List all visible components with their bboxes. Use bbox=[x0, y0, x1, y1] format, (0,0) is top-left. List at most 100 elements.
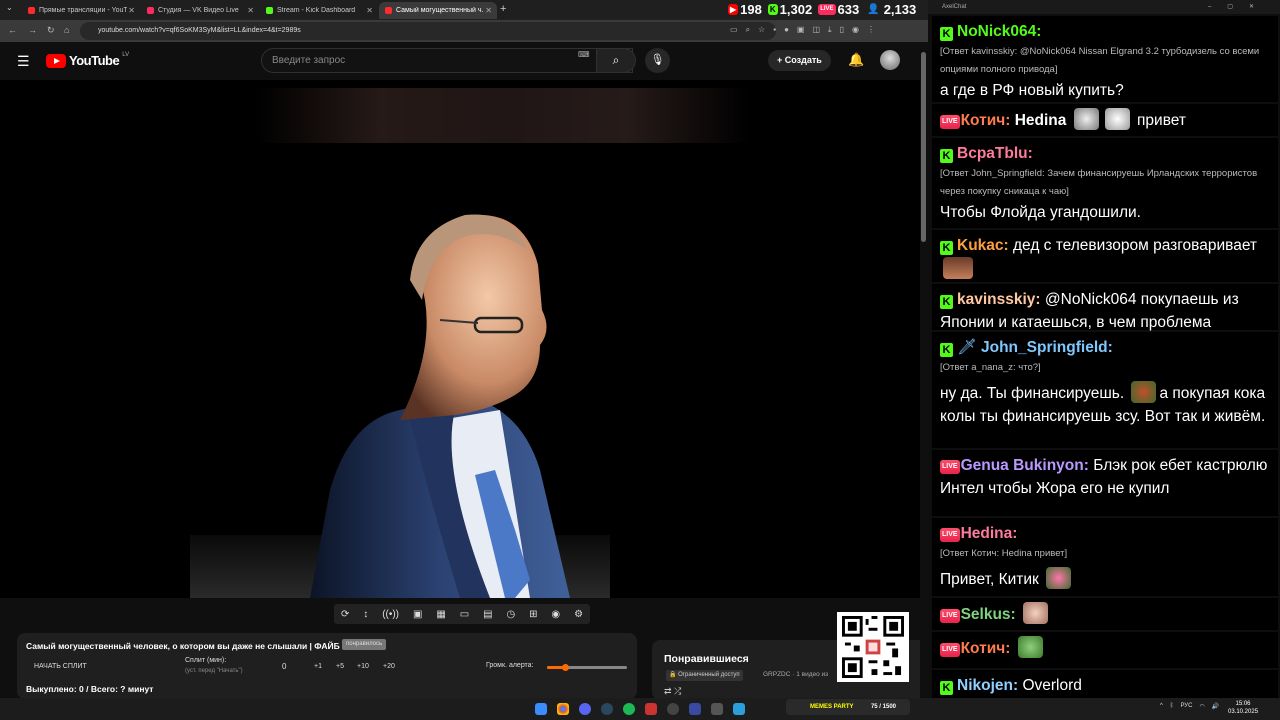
miniplayer-icon[interactable]: ▭ bbox=[460, 609, 469, 620]
memes-party-widget[interactable]: MEMES PARTY 75 / 1500 bbox=[786, 699, 910, 715]
menu-icon[interactable]: ⋮ bbox=[867, 25, 875, 35]
close-icon[interactable]: ✕ bbox=[247, 6, 254, 15]
create-button[interactable]: + Создать bbox=[768, 50, 831, 71]
emote-icon bbox=[1073, 108, 1099, 130]
split-add-10-button[interactable]: +10 bbox=[357, 663, 369, 670]
search-button[interactable]: ⌕ bbox=[596, 48, 636, 73]
tab-kick-dashboard[interactable]: Stream - Kick Dashboard ✕ bbox=[260, 2, 378, 19]
back-icon[interactable]: ← bbox=[8, 25, 17, 35]
puzzle-icon[interactable]: ◫ bbox=[812, 25, 820, 35]
kick-viewers: K 1,302 bbox=[767, 1, 813, 17]
scrollbar-thumb[interactable] bbox=[921, 52, 926, 242]
chat-message: LIVE Hedina: [Ответ Котич: Hedina привет]… bbox=[932, 518, 1278, 596]
vk-live-icon: LIVE bbox=[940, 528, 960, 542]
discord-icon[interactable] bbox=[579, 703, 591, 715]
speed-icon[interactable]: ◷ bbox=[506, 609, 515, 620]
broadcast-icon[interactable]: ((•)) bbox=[382, 609, 399, 620]
extensions-bar: ▭ ⌕ ☆ ▪ ● ▣ ◫ ⤓ ▯ ◉ ⋮ bbox=[730, 25, 875, 35]
split-add-20-button[interactable]: +20 bbox=[383, 663, 395, 670]
url-input[interactable]: youtube.com/watch?v=qf6SoKM3SyM&list=LL&… bbox=[80, 22, 776, 40]
youtube-header: ☰ YouTube LV Введите запрос ⌨ ⌕ 🎙 + Созда… bbox=[0, 42, 928, 80]
settings-gear-icon[interactable]: ⚙ bbox=[574, 609, 583, 620]
new-tab-button[interactable]: + bbox=[500, 3, 506, 15]
add-icon[interactable]: ⊞ bbox=[529, 609, 537, 620]
split-minutes-value[interactable]: 0 bbox=[282, 662, 286, 671]
avatar[interactable] bbox=[880, 50, 900, 70]
app-icon[interactable] bbox=[711, 703, 723, 715]
home-icon[interactable]: ⌂ bbox=[64, 25, 69, 35]
cast-icon[interactable]: ▭ bbox=[730, 25, 738, 35]
kick-icon: K bbox=[940, 149, 953, 163]
bluetooth-icon[interactable]: ᛒ bbox=[1170, 703, 1174, 710]
notifications-bell-icon[interactable]: 🔔 bbox=[848, 52, 864, 68]
emote-icon bbox=[1017, 636, 1043, 658]
chat-message: LIVE Котич: bbox=[932, 632, 1278, 668]
limited-access-badge: 🔒 Ограниченный доступ bbox=[666, 670, 743, 681]
zoom-icon[interactable]: ⌕ bbox=[746, 25, 750, 35]
extension-icon[interactable]: ▣ bbox=[797, 25, 805, 35]
emote-icon bbox=[1023, 602, 1049, 624]
obs-icon[interactable] bbox=[667, 703, 679, 715]
split-add-5-button[interactable]: +5 bbox=[336, 663, 344, 670]
alert-volume-slider[interactable] bbox=[547, 664, 627, 671]
chevron-up-icon[interactable]: ^ bbox=[1160, 703, 1163, 710]
bookmark-icon[interactable]: ☆ bbox=[758, 25, 765, 35]
reload-icon[interactable]: ↻ bbox=[47, 25, 55, 36]
sort-icon[interactable]: ↕ bbox=[363, 609, 368, 620]
forward-icon[interactable]: → bbox=[28, 25, 37, 35]
telegram-icon[interactable] bbox=[733, 703, 745, 715]
sidebar-icon[interactable]: ▯ bbox=[840, 25, 844, 35]
window-controls[interactable]: –▢✕ bbox=[1208, 0, 1270, 14]
start-split-button[interactable]: НАЧАТЬ СПЛИТ bbox=[34, 663, 87, 670]
playlist-title[interactable]: Понравившиеся bbox=[664, 653, 749, 665]
close-icon[interactable]: ✕ bbox=[366, 6, 373, 15]
tab-youtube-live[interactable]: Прямые трансляции - YouTube✕ bbox=[22, 2, 140, 19]
extension-icon[interactable]: ▪ bbox=[773, 25, 776, 35]
split-add-1-button[interactable]: +1 bbox=[314, 663, 322, 670]
chat-message: LIVE Котич: Hedina привет bbox=[932, 104, 1278, 136]
download-icon[interactable]: ⤓ bbox=[828, 25, 832, 35]
close-icon[interactable]: ✕ bbox=[485, 6, 492, 15]
chat-reply-quote: [Ответ a_nana_z: что?] bbox=[940, 362, 1041, 373]
language-indicator[interactable]: РУС bbox=[1180, 703, 1192, 710]
vk-live-icon: LIVE bbox=[940, 609, 960, 623]
extension-icon[interactable]: ● bbox=[784, 25, 789, 35]
wifi-icon[interactable]: ◠ bbox=[1199, 703, 1204, 710]
app-icon[interactable] bbox=[645, 703, 657, 715]
overlay-control-bar: ⟳ ↕ ((•)) ▣ ▦ ▭ ▤ ◷ ⊞ ◉ ⚙ bbox=[334, 604, 590, 624]
volume-icon[interactable]: 🔊 bbox=[1212, 703, 1219, 710]
menu-icon[interactable]: ☰ bbox=[17, 53, 30, 70]
repeat-icon[interactable]: ⟳ bbox=[341, 609, 349, 620]
page-scrollbar[interactable] bbox=[920, 42, 928, 698]
tab-search-icon[interactable]: ⌄ bbox=[6, 3, 13, 12]
tab-current-video[interactable]: Самый могущественный ч... ✕ bbox=[379, 2, 497, 19]
chrome-icon[interactable] bbox=[557, 703, 569, 715]
chat-username: BcpaTblu: bbox=[957, 145, 1033, 162]
shuffle-icon[interactable]: ⤮ bbox=[674, 686, 681, 696]
system-tray: ^ ᛒ РУС ◠ 🔊 bbox=[1160, 703, 1219, 710]
video-background-stripe bbox=[255, 88, 750, 143]
steam-icon[interactable] bbox=[601, 703, 613, 715]
chat-username: John_Springfield: bbox=[981, 339, 1113, 356]
youtube-logo[interactable]: YouTube LV bbox=[46, 52, 129, 68]
profile-icon[interactable]: ◉ bbox=[852, 25, 859, 35]
video-player[interactable] bbox=[0, 80, 920, 598]
tab-vk-studio[interactable]: Студия — VK Видео Live ✕ bbox=[141, 2, 259, 19]
app-icon[interactable] bbox=[689, 703, 701, 715]
qr-code-image bbox=[842, 616, 904, 678]
film-icon[interactable]: ▤ bbox=[483, 609, 492, 620]
sword-icon: 🗡 bbox=[957, 339, 977, 356]
vk-live-icon: LIVE bbox=[940, 460, 960, 474]
close-icon[interactable]: ✕ bbox=[128, 6, 135, 15]
loop-icon[interactable]: ⇄ bbox=[664, 686, 672, 696]
spotify-icon[interactable] bbox=[623, 703, 635, 715]
keyboard-icon[interactable]: ⌨ bbox=[578, 50, 590, 59]
start-icon[interactable] bbox=[535, 703, 547, 715]
taskbar-clock[interactable]: 15:06 03.10.2025 bbox=[1228, 700, 1258, 716]
clip-icon[interactable]: ▦ bbox=[436, 609, 445, 620]
chat-window: AxelChat –▢✕ K NoNick064: [Ответ kavinsski… bbox=[928, 0, 1280, 698]
subtitles-icon[interactable]: ▣ bbox=[413, 609, 422, 620]
voice-search-button[interactable]: 🎙 bbox=[645, 48, 670, 73]
camera-icon[interactable]: ◉ bbox=[551, 609, 560, 620]
alert-volume-knob[interactable] bbox=[561, 664, 569, 671]
